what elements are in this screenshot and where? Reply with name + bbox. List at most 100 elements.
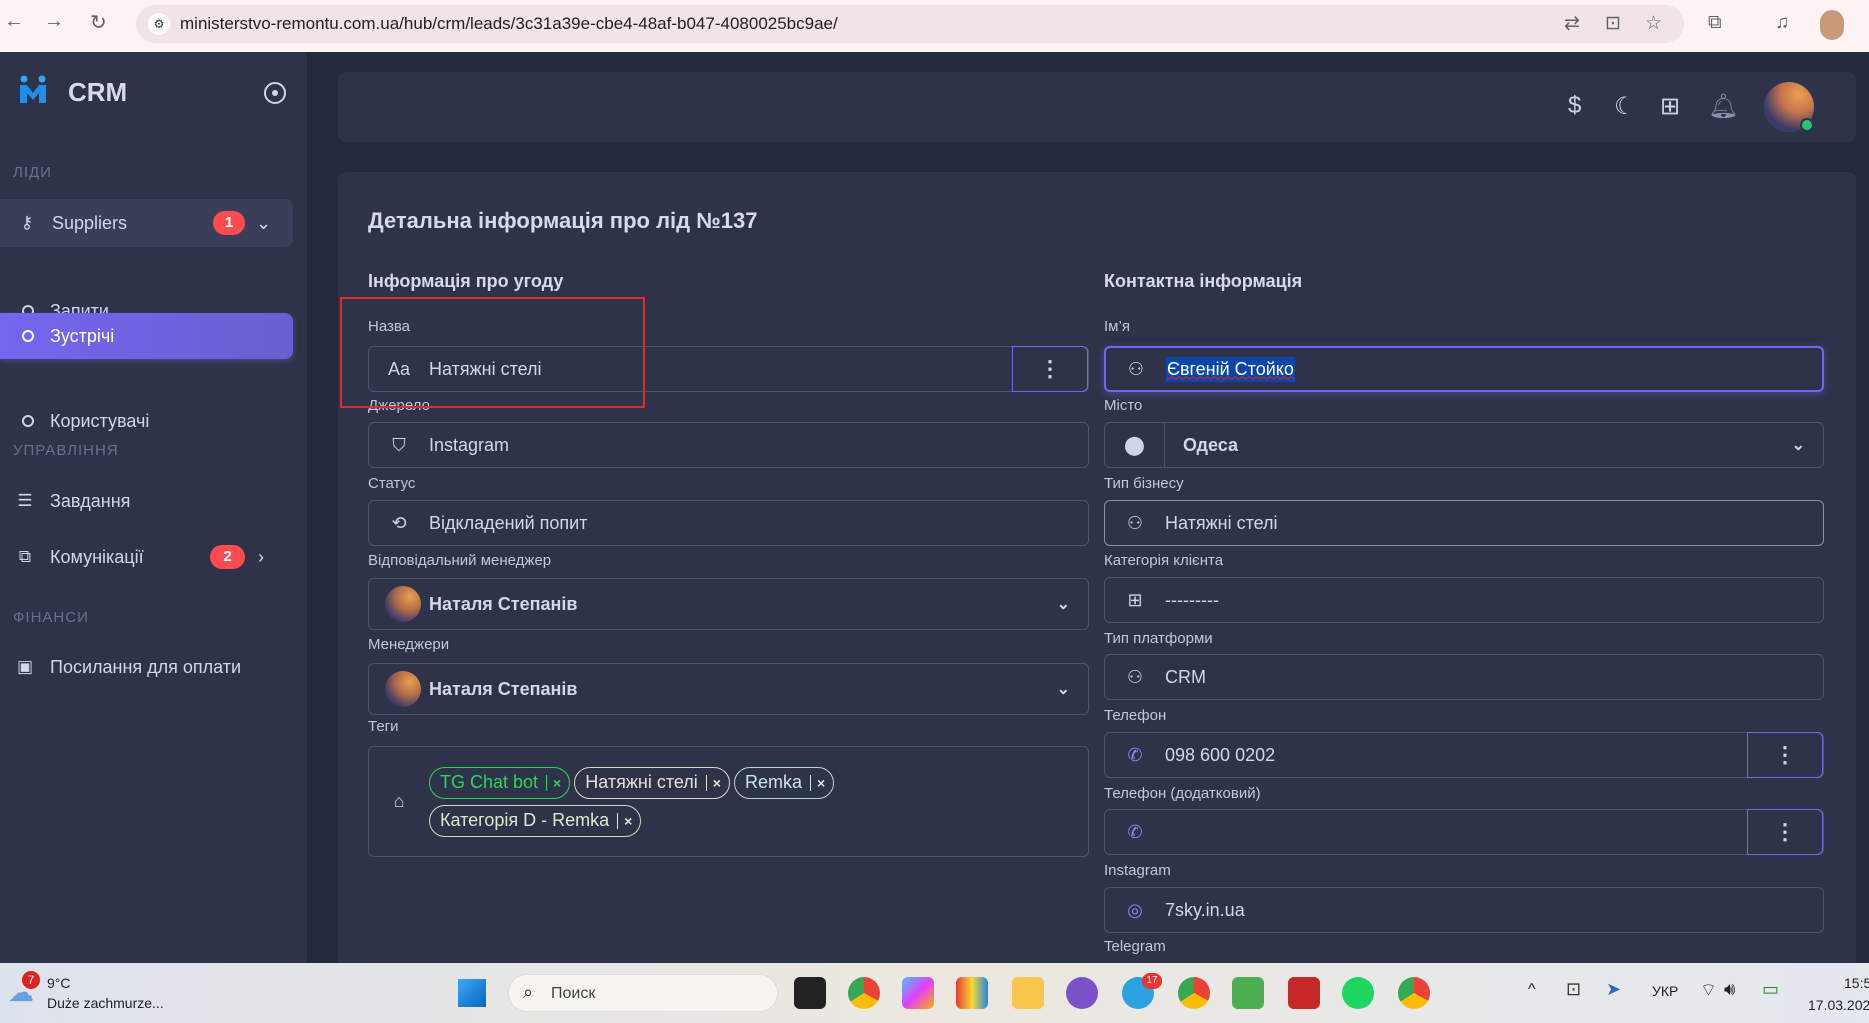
tag-chip: Категорія D - Remka × xyxy=(429,804,642,837)
platform-type-field[interactable]: ⚇ CRM xyxy=(1104,654,1824,700)
translate-icon[interactable]: ⇄ xyxy=(1564,12,1580,35)
mcafee-icon[interactable] xyxy=(1288,977,1320,1009)
bell-icon[interactable]: 🔔︎ xyxy=(1708,92,1738,121)
location-icon[interactable]: ➤ xyxy=(1606,979,1621,1000)
phone2-label: Телефон (додатковий) xyxy=(1104,785,1261,802)
shortcuts-grid-icon[interactable]: ⊞ xyxy=(1660,92,1680,121)
paint-icon[interactable] xyxy=(956,977,988,1009)
sidebar-item-label: Зустрічі xyxy=(50,325,115,346)
circle-icon xyxy=(22,415,34,427)
windows-taskbar: ☁ 7 9°C Duże zachmurze... ⌕ Поиск 17 ^ ⊡… xyxy=(0,963,1869,1023)
client-category-value[interactable]: --------- xyxy=(1165,590,1219,611)
managers-select[interactable]: Наталя Степанів ⌄ xyxy=(368,663,1089,715)
phone-field[interactable]: ✆ 098 600 0202 ⋮ xyxy=(1104,732,1824,778)
bookmark-star-icon[interactable]: ☆ xyxy=(1645,12,1662,35)
more-options-button[interactable]: ⋮ xyxy=(1012,346,1088,392)
address-bar[interactable]: ⚙ ministerstvo-remontu.com.ua/hub/crm/le… xyxy=(136,5,1684,43)
map-pin-icon: ⬤ xyxy=(1105,423,1165,467)
status-field[interactable]: ⟲ Відкладений попит xyxy=(368,500,1089,546)
battery-icon[interactable]: ▭ xyxy=(1762,979,1779,1000)
media-icon[interactable]: ♫ xyxy=(1775,12,1789,34)
clock-time[interactable]: 15:5 xyxy=(1844,975,1869,991)
tags-label: Теги xyxy=(368,718,399,735)
phone-label: Телефон xyxy=(1104,707,1167,724)
sidebar-item-meetings[interactable]: Зустрічі xyxy=(0,313,293,359)
instagram-label: Instagram xyxy=(1104,862,1171,879)
spotify-icon[interactable] xyxy=(1342,977,1374,1009)
sidebar-item-label: Suppliers xyxy=(52,212,128,233)
contact-name-value[interactable]: Євгеній Стойко xyxy=(1166,356,1295,382)
more-options-button[interactable]: ⋮ xyxy=(1747,809,1823,855)
tag-label: Натяжні стелі xyxy=(585,772,698,792)
sidebar-item-users[interactable]: Користувачі xyxy=(0,402,293,440)
remove-tag-icon[interactable]: × xyxy=(705,774,721,791)
chrome-icon-2[interactable] xyxy=(1398,977,1430,1009)
city-select[interactable]: ⬤ Одеса ⌄ xyxy=(1104,422,1824,468)
extensions-icon[interactable]: ⧉ xyxy=(1708,12,1722,34)
sidebar-item-tasks[interactable]: ☰ Завдання xyxy=(0,477,293,525)
sidebar-item-suppliers[interactable]: ⚷ Suppliers 1 ⌄ xyxy=(0,199,293,247)
sidebar-item-communications[interactable]: ⧉ Комунікації 2 › xyxy=(0,533,293,581)
sidebar-item-label: Користувачі xyxy=(50,410,150,431)
status-value[interactable]: Відкладений попит xyxy=(429,513,587,534)
source-field[interactable]: ⛉ Instagram xyxy=(368,422,1089,468)
app-icon-green[interactable] xyxy=(1232,977,1264,1009)
instagram-value[interactable]: 7sky.in.ua xyxy=(1165,900,1245,921)
url-text[interactable]: ministerstvo-remontu.com.ua/hub/crm/lead… xyxy=(180,14,838,34)
user-icon: ⚇ xyxy=(1126,512,1144,533)
install-icon[interactable]: ⊡ xyxy=(1605,12,1621,35)
chrome-profile-icon[interactable] xyxy=(1178,977,1210,1009)
taskbar-search[interactable]: ⌕ Поиск xyxy=(508,974,778,1012)
tray-chevron-icon[interactable]: ^ xyxy=(1528,981,1536,999)
windows-start-icon[interactable] xyxy=(458,979,486,1007)
profile-avatar[interactable] xyxy=(1820,10,1844,40)
tag-label: TG Chat bot xyxy=(440,772,539,792)
chrome-icon[interactable] xyxy=(848,977,880,1009)
search-icon: ⌕ xyxy=(523,982,534,1002)
user-icon: ⚇ xyxy=(1127,358,1145,379)
copilot-icon[interactable] xyxy=(902,977,934,1009)
more-options-button[interactable]: ⋮ xyxy=(1747,732,1823,778)
reload-icon[interactable]: ↻ xyxy=(90,10,107,35)
contact-name-label: Ім’я xyxy=(1104,318,1130,335)
file-explorer-icon[interactable] xyxy=(1012,977,1044,1009)
site-settings-icon[interactable]: ⚙ xyxy=(148,13,170,35)
managers-value: Наталя Степанів xyxy=(429,678,578,699)
remove-tag-icon[interactable]: × xyxy=(809,774,825,791)
telegram-badge: 17 xyxy=(1142,973,1162,989)
network-device-icon[interactable]: ⊡ xyxy=(1566,979,1581,1000)
section-management: УПРАВЛІННЯ xyxy=(13,442,119,459)
client-category-field[interactable]: ⊞ --------- xyxy=(1104,577,1824,623)
remove-tag-icon[interactable]: × xyxy=(546,774,561,791)
app-icon-terminal[interactable] xyxy=(794,977,826,1009)
browser-toolbar: ← → ↻ ⚙ ministerstvo-remontu.com.ua/hub/… xyxy=(0,0,1869,52)
source-value[interactable]: Instagram xyxy=(429,435,509,456)
contact-name-input[interactable]: ⚇ Євгеній Стойко xyxy=(1104,346,1824,392)
tag-chip: Натяжні стелі × xyxy=(574,766,730,799)
search-placeholder: Поиск xyxy=(551,985,596,1002)
business-type-value[interactable]: Натяжні стелі xyxy=(1165,513,1278,534)
tags-field[interactable]: ⌂ TG Chat bot × Натяжні стелі × Remka × Катего… xyxy=(368,746,1089,857)
volume-icon[interactable]: 🔊︎ xyxy=(1724,979,1735,1000)
wifi-icon[interactable]: ⌔ xyxy=(1700,979,1717,1002)
toggle-sidebar-icon[interactable] xyxy=(264,82,286,104)
dollar-icon[interactable]: $ xyxy=(1568,92,1581,120)
remove-tag-icon[interactable]: × xyxy=(617,812,632,829)
phone2-field[interactable]: ✆ ⋮ xyxy=(1104,809,1824,855)
section-finance: ФІНАНСИ xyxy=(13,609,89,626)
phone-value[interactable]: 098 600 0202 xyxy=(1165,745,1275,766)
forward-icon[interactable]: → xyxy=(44,10,64,33)
status-label: Статус xyxy=(368,475,416,492)
responsible-manager-select[interactable]: Наталя Степанів ⌄ xyxy=(368,578,1089,630)
platform-type-value[interactable]: CRM xyxy=(1165,667,1206,688)
back-icon[interactable]: ← xyxy=(4,10,24,33)
instagram-field[interactable]: ◎ 7sky.in.ua xyxy=(1104,887,1824,933)
theme-moon-icon[interactable]: ☾ xyxy=(1614,92,1636,121)
clock-date[interactable]: 17.03.202 xyxy=(1808,997,1869,1013)
business-type-input[interactable]: ⚇ Натяжні стелі xyxy=(1104,500,1824,546)
language-indicator[interactable]: УКР xyxy=(1652,983,1678,999)
platform-type-label: Тип платформи xyxy=(1104,630,1213,647)
viber-icon[interactable] xyxy=(1066,977,1098,1009)
app-name: CRM xyxy=(68,77,128,107)
sidebar-item-payment-links[interactable]: ▣ Посилання для оплати xyxy=(0,643,293,691)
